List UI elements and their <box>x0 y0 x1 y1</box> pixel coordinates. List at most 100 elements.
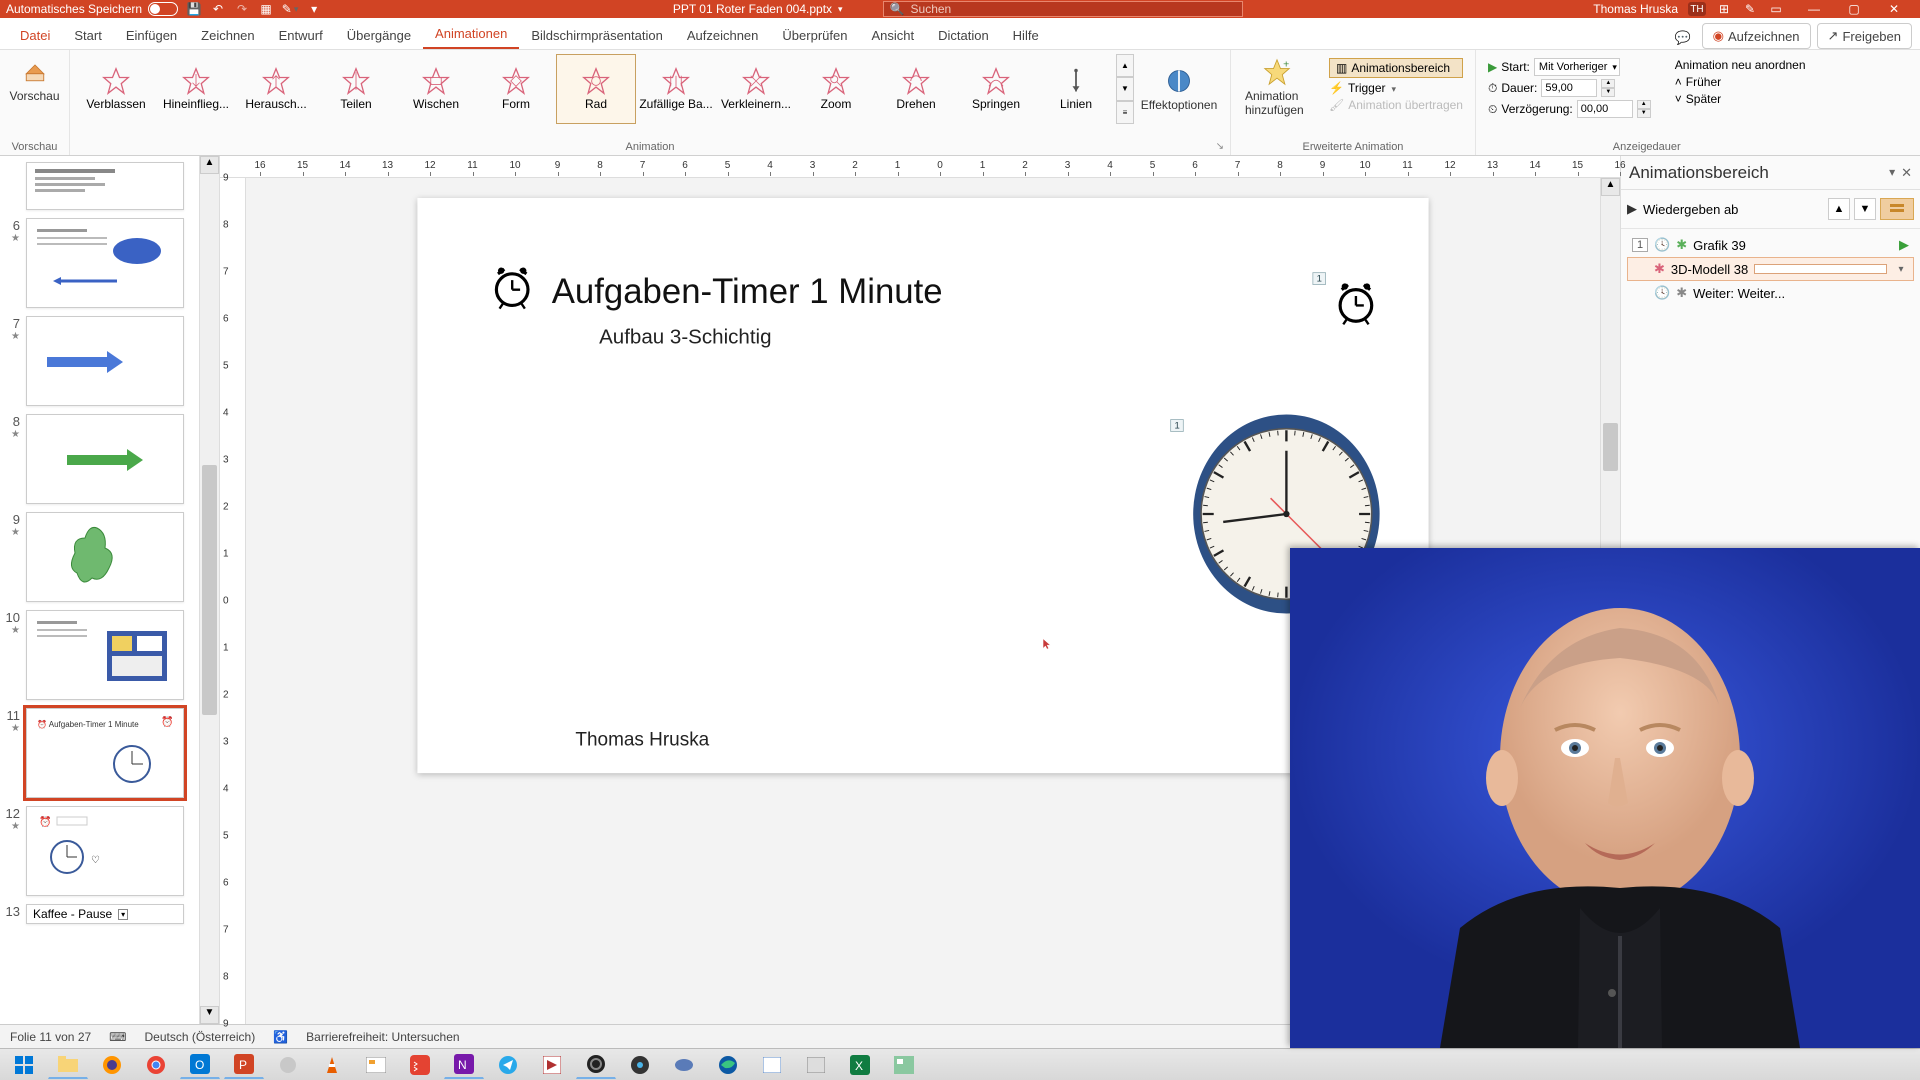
taskbar-chrome[interactable] <box>136 1051 176 1079</box>
delay-spinner[interactable]: ▲▼ <box>1637 100 1651 118</box>
qat-dropdown-icon[interactable]: ▾ <box>306 1 322 17</box>
anim-item-2[interactable]: ✱ 3D-Modell 38 ▾ <box>1627 257 1914 281</box>
tab-review[interactable]: Überprüfen <box>770 22 859 49</box>
animation-pane-button[interactable]: ▥Animationsbereich <box>1329 58 1463 78</box>
pen-icon[interactable]: ✎ <box>1742 1 1758 17</box>
maximize-button[interactable]: ▢ <box>1834 0 1874 18</box>
taskbar-excel[interactable]: X <box>840 1051 880 1079</box>
minimize-button[interactable]: — <box>1794 0 1834 18</box>
thumb-7[interactable]: 7★ <box>4 316 195 406</box>
user-name[interactable]: Thomas Hruska <box>1593 2 1678 16</box>
animation-gallery-scroll[interactable]: ▲▼≡ <box>1116 54 1134 124</box>
share-button[interactable]: ↗Freigeben <box>1817 23 1912 49</box>
taskbar-explorer[interactable] <box>48 1051 88 1079</box>
taskbar-app-6[interactable] <box>752 1051 792 1079</box>
animation-pane-collapse-icon[interactable]: ▾ <box>1889 165 1895 181</box>
taskbar-vlc[interactable] <box>312 1051 352 1079</box>
undo-icon[interactable]: ↶ <box>210 1 226 17</box>
move-up-button[interactable]: ▲ <box>1828 198 1850 220</box>
save-icon[interactable]: 💾 <box>186 1 202 17</box>
duration-input[interactable] <box>1541 79 1597 97</box>
anim-item-3[interactable]: 🕓 ✱ Weiter: Weiter... <box>1627 281 1914 305</box>
tab-insert[interactable]: Einfügen <box>114 22 189 49</box>
taskbar-onenote[interactable]: N <box>444 1051 484 1079</box>
taskbar-todoist[interactable] <box>400 1051 440 1079</box>
anim-tag-1[interactable]: 1 <box>1313 272 1326 285</box>
start-button[interactable] <box>4 1051 44 1079</box>
add-animation-button[interactable]: + Animation hinzufügen <box>1237 54 1317 121</box>
tab-draw[interactable]: Zeichnen <box>189 22 266 49</box>
anim-wischen[interactable]: Wischen <box>396 54 476 124</box>
taskbar-app-2[interactable] <box>356 1051 396 1079</box>
tab-start[interactable]: Start <box>62 22 113 49</box>
slide-canvas[interactable]: Aufgaben-Timer 1 Minute Aufbau 3-Schicht… <box>417 198 1428 773</box>
effect-options-button[interactable]: Effektoptionen <box>1134 54 1224 124</box>
start-select[interactable]: Mit Vorheriger▾ <box>1534 58 1620 76</box>
taskbar-obs[interactable] <box>576 1051 616 1079</box>
anim-form[interactable]: Form <box>476 54 556 124</box>
anim-item-dropdown[interactable]: ▾ <box>1893 264 1909 275</box>
anim-zufaellige[interactable]: Zufällige Ba... <box>636 54 716 124</box>
taskbar-edge[interactable] <box>708 1051 748 1079</box>
slide-subtitle[interactable]: Aufbau 3-Schichtig <box>599 324 771 348</box>
pane-mode-button[interactable] <box>1880 198 1914 220</box>
user-avatar[interactable]: TH <box>1688 2 1706 16</box>
taskbar-app-5[interactable] <box>664 1051 704 1079</box>
trigger-button[interactable]: ⚡Trigger <box>1329 81 1463 95</box>
coming-soon-icon[interactable]: ⊞ <box>1716 1 1732 17</box>
thumb-6[interactable]: 6★ <box>4 218 195 308</box>
play-from-button[interactable]: ▶ Wiedergeben ab <box>1627 194 1738 224</box>
move-later-button[interactable]: ˅Später <box>1675 92 1806 106</box>
tab-dictation[interactable]: Dictation <box>926 22 1001 49</box>
taskbar-app-1[interactable] <box>268 1051 308 1079</box>
anim-rad[interactable]: Rad <box>556 54 636 124</box>
taskbar-powerpoint[interactable]: P <box>224 1051 264 1079</box>
anim-teilen[interactable]: Teilen <box>316 54 396 124</box>
window-mode-icon[interactable]: ▭ <box>1768 1 1784 17</box>
tab-design[interactable]: Entwurf <box>267 22 335 49</box>
delay-input[interactable] <box>1577 100 1633 118</box>
thumb-12[interactable]: 12★⏰♡ <box>4 806 195 896</box>
anim-item-1[interactable]: 1 🕓 ✱ Grafik 39 ▶ <box>1627 233 1914 257</box>
autosave-toggle[interactable]: Automatisches Speichern <box>6 2 178 16</box>
anim-verkleinern[interactable]: Verkleinern... <box>716 54 796 124</box>
slide-title[interactable]: Aufgaben-Timer 1 Minute <box>487 261 943 323</box>
slide-author[interactable]: Thomas Hruska <box>575 729 709 751</box>
tab-help[interactable]: Hilfe <box>1001 22 1051 49</box>
preview-button[interactable]: Vorschau <box>6 54 63 107</box>
close-button[interactable]: ✕ <box>1874 0 1914 18</box>
comments-icon[interactable]: 💬 <box>1670 27 1696 49</box>
tab-file[interactable]: Datei <box>8 22 62 49</box>
taskbar-app-3[interactable] <box>532 1051 572 1079</box>
a11y-icon[interactable]: ♿ <box>273 1030 288 1044</box>
accessibility-check[interactable]: Barrierefreiheit: Untersuchen <box>306 1030 459 1044</box>
language[interactable]: Deutsch (Österreich) <box>145 1030 256 1044</box>
small-alarm-icon[interactable] <box>1331 277 1382 338</box>
animation-pane-close-icon[interactable]: ✕ <box>1901 165 1912 181</box>
anim-verblassen[interactable]: Verblassen <box>76 54 156 124</box>
tab-animations[interactable]: Animationen <box>423 20 519 49</box>
lang-icon[interactable]: ⌨ <box>109 1030 126 1044</box>
search-input[interactable]: 🔍 Suchen <box>883 1 1243 17</box>
tab-record[interactable]: Aufzeichnen <box>675 22 771 49</box>
anim-linien[interactable]: Linien <box>1036 54 1116 124</box>
tab-transitions[interactable]: Übergänge <box>335 22 423 49</box>
thumbnails-scrollbar[interactable]: ▲ ▼ <box>199 156 219 1024</box>
thumb-11[interactable]: 11★⏰ Aufgaben-Timer 1 Minute⏰ <box>4 708 195 798</box>
taskbar-app-7[interactable] <box>796 1051 836 1079</box>
move-down-button[interactable]: ▼ <box>1854 198 1876 220</box>
duration-spinner[interactable]: ▲▼ <box>1601 79 1615 97</box>
thumb-13[interactable]: 13Kaffee - Pause▾ <box>4 904 195 924</box>
redo-icon[interactable]: ↷ <box>234 1 250 17</box>
slide-counter[interactable]: Folie 11 von 27 <box>10 1030 91 1044</box>
thumb-partial-5[interactable] <box>4 162 195 210</box>
thumb-9[interactable]: 9★ <box>4 512 195 602</box>
anim-tag-2[interactable]: 1 <box>1171 419 1184 432</box>
tab-slideshow[interactable]: Bildschirmpräsentation <box>519 22 675 49</box>
anim-drehen[interactable]: Drehen <box>876 54 956 124</box>
vertical-ruler[interactable]: 9876543210123456789 <box>220 178 246 1024</box>
taskbar-app-8[interactable] <box>884 1051 924 1079</box>
taskbar-firefox[interactable] <box>92 1051 132 1079</box>
anim-hineinfliegen[interactable]: Hineinflieg... <box>156 54 236 124</box>
present-from-start-icon[interactable]: ▦ <box>258 1 274 17</box>
